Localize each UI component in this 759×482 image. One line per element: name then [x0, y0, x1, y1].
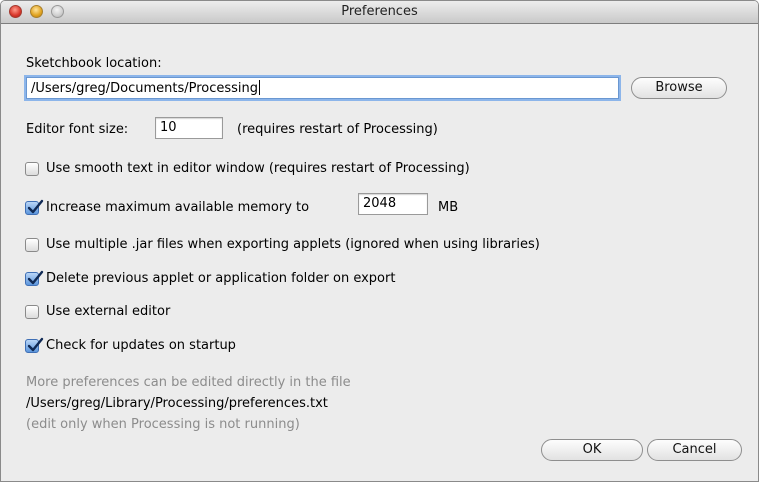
text-caret: [259, 80, 261, 95]
smooth-text-checkbox[interactable]: [25, 162, 39, 176]
delete-previous-label: Delete previous applet or application fo…: [46, 271, 396, 286]
edit-warning-note: (edit only when Processing is not runnin…: [26, 417, 300, 432]
checkmark-icon: [27, 270, 44, 285]
memory-unit-label: MB: [438, 200, 459, 215]
browse-button[interactable]: Browse: [631, 77, 727, 99]
font-size-note: (requires restart of Processing): [237, 122, 438, 137]
sketchbook-location-value: /Users/greg/Documents/Processing: [31, 81, 259, 96]
sketchbook-location-field[interactable]: /Users/greg/Documents/Processing: [26, 77, 619, 99]
external-editor-checkbox[interactable]: [25, 305, 39, 319]
title-bar[interactable]: Preferences: [1, 1, 758, 24]
preferences-file-path: /Users/greg/Library/Processing/preferenc…: [26, 396, 328, 411]
external-editor-label: Use external editor: [46, 304, 171, 319]
increase-memory-label: Increase maximum available memory to: [46, 200, 310, 215]
window-title: Preferences: [341, 4, 418, 19]
checkmark-icon: [27, 199, 44, 214]
sketchbook-location-label: Sketchbook location:: [26, 56, 162, 71]
more-preferences-note: More preferences can be edited directly …: [26, 375, 351, 390]
increase-memory-checkbox[interactable]: [25, 199, 44, 215]
font-size-label: Editor font size:: [26, 122, 129, 137]
checkmark-icon: [27, 337, 44, 352]
multiple-jar-checkbox[interactable]: [25, 238, 39, 252]
memory-size-field[interactable]: 2048: [358, 193, 428, 215]
ok-button[interactable]: OK: [541, 439, 643, 461]
delete-previous-checkbox[interactable]: [25, 270, 44, 286]
font-size-field[interactable]: 10: [155, 117, 223, 139]
check-updates-label: Check for updates on startup: [46, 338, 236, 353]
cancel-button[interactable]: Cancel: [647, 439, 742, 461]
preferences-window: Preferences Sketchbook location: /Users/…: [0, 0, 759, 482]
smooth-text-label: Use smooth text in editor window (requir…: [46, 161, 470, 176]
check-updates-checkbox[interactable]: [25, 337, 44, 353]
multiple-jar-label: Use multiple .jar files when exporting a…: [46, 237, 540, 252]
